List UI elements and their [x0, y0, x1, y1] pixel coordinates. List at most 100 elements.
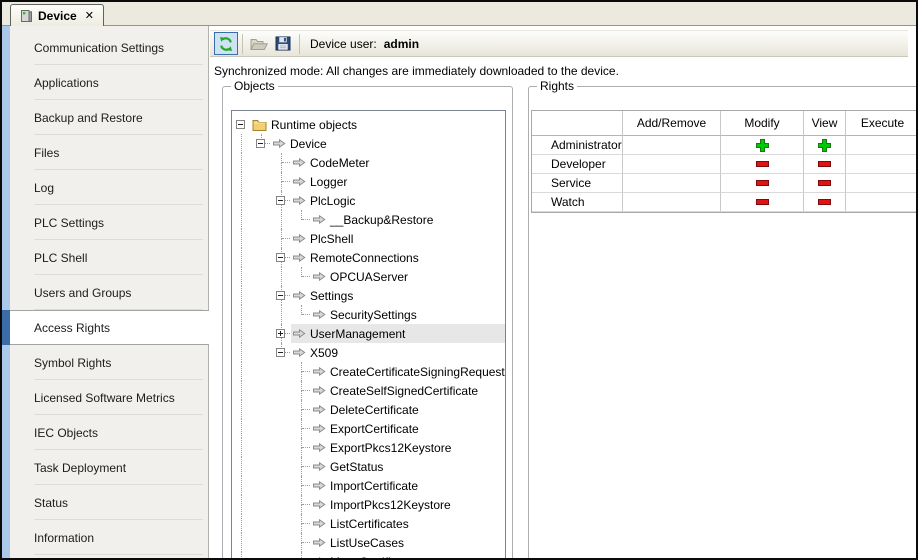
rights-cell-administrator-view[interactable]: [804, 136, 846, 155]
save-button[interactable]: [271, 32, 295, 55]
rights-cell-developer-execute[interactable]: [846, 155, 916, 174]
sidebar-item-backup-and-restore[interactable]: Backup and Restore: [2, 100, 208, 135]
tree-node-x509[interactable]: X509: [232, 343, 505, 362]
sidebar-item-label: Status: [34, 496, 68, 510]
rights-cell-watch-view[interactable]: [804, 193, 846, 212]
tree-collapse-icon[interactable]: [276, 291, 285, 300]
tree-collapse-icon[interactable]: [256, 139, 265, 148]
tree-collapse-icon[interactable]: [276, 253, 285, 262]
tree-node-label: ImportPkcs12Keystore: [330, 498, 451, 512]
tree-collapse-icon[interactable]: [276, 348, 285, 357]
sidebar-item-log[interactable]: Log: [2, 170, 208, 205]
rights-cell-administrator-add-remove[interactable]: [623, 136, 721, 155]
sidebar-item-users-and-groups[interactable]: Users and Groups: [2, 275, 208, 310]
tree-node-usermanagement[interactable]: UserManagement: [232, 324, 505, 343]
device-icon: [20, 9, 33, 23]
tree-node-getstatus[interactable]: GetStatus: [232, 457, 505, 476]
rights-cell-developer-view[interactable]: [804, 155, 846, 174]
tree-expand-icon[interactable]: [276, 329, 285, 338]
rights-cell-developer-add-remove[interactable]: [623, 155, 721, 174]
tree-guide-stub: [302, 485, 310, 486]
tree-guide-line: [241, 153, 242, 172]
tree-node-exportcertificate[interactable]: ExportCertificate: [232, 419, 505, 438]
tree-guide-line: [301, 447, 302, 457]
tree-guide-line: [241, 400, 242, 419]
tree-node-deletecertificate[interactable]: DeleteCertificate: [232, 400, 505, 419]
tree-node-remoteconnections[interactable]: RemoteConnections: [232, 248, 505, 267]
objects-groupbox: Objects Runtime objectsDeviceCodeMeterLo…: [222, 79, 513, 558]
sidebar-item-plc-settings[interactable]: PLC Settings: [2, 205, 208, 240]
tree-node-movecertificate[interactable]: MoveCertificate: [232, 552, 505, 558]
tree-node-opcuaserver[interactable]: OPCUAServer: [232, 267, 505, 286]
tree-node-securitysettings[interactable]: SecuritySettings: [232, 305, 505, 324]
rights-cell-watch-modify[interactable]: [721, 193, 804, 212]
tree-node-logger[interactable]: Logger: [232, 172, 505, 191]
sidebar-item-access-rights[interactable]: Access Rights: [2, 310, 209, 345]
device-user-value: admin: [384, 37, 419, 51]
import-users-button[interactable]: [247, 32, 271, 55]
refresh-sync-button[interactable]: [214, 32, 238, 55]
tree-node-label: Logger: [310, 175, 347, 189]
tree-collapse-icon[interactable]: [276, 196, 285, 205]
tree-node-plcshell[interactable]: PlcShell: [232, 229, 505, 248]
tree-node-createcertificatesigningrequest[interactable]: CreateCertificateSigningRequest: [232, 362, 505, 381]
sidebar-item-licensed-software-metrics[interactable]: Licensed Software Metrics: [2, 380, 208, 415]
tree-guide-line: [241, 134, 242, 153]
rights-cell-administrator-modify[interactable]: [721, 136, 804, 155]
tree-guide-stub: [302, 371, 310, 372]
tree-collapse-icon[interactable]: [236, 120, 245, 129]
tree-guide-stub: [282, 162, 290, 163]
save-floppy-icon: [275, 36, 291, 51]
rights-cell-service-modify[interactable]: [721, 174, 804, 193]
sidebar-item-communication-settings[interactable]: Communication Settings: [2, 30, 208, 65]
sidebar-item-status[interactable]: Status: [2, 485, 208, 520]
tree-guide-line: [281, 238, 282, 248]
tree-node-importpkcs12keystore[interactable]: ImportPkcs12Keystore: [232, 495, 505, 514]
rights-cell-service-view[interactable]: [804, 174, 846, 193]
folder-icon: [252, 118, 267, 131]
toolbar: Device user: admin: [210, 30, 908, 57]
sidebar-item-iec-objects[interactable]: IEC Objects: [2, 415, 208, 450]
sidebar-item-information[interactable]: Information: [2, 520, 208, 555]
sidebar-item-plc-shell[interactable]: PLC Shell: [2, 240, 208, 275]
arrow-icon: [312, 366, 326, 377]
sidebar-item-files[interactable]: Files: [2, 135, 208, 170]
objects-tree[interactable]: Runtime objects DeviceCodeMeter Logger PlcL…: [231, 110, 506, 558]
rights-cell-service-execute[interactable]: [846, 174, 916, 193]
tree-node-backup-restore[interactable]: __Backup&Restore: [232, 210, 505, 229]
rights-header-corner: [532, 111, 623, 136]
tab-device[interactable]: Device ✕: [10, 4, 104, 26]
tree-node-codemeter[interactable]: CodeMeter: [232, 153, 505, 172]
tree-guide-line: [301, 523, 302, 533]
tree-guide-stub: [302, 428, 310, 429]
sidebar-item-label: Users and Groups: [34, 286, 131, 300]
editor-tab-bar: Device ✕: [2, 2, 916, 26]
tree-node-importcertificate[interactable]: ImportCertificate: [232, 476, 505, 495]
rights-groupbox: Rights Add/RemoveModifyViewExecuteAdmini…: [528, 79, 916, 558]
rights-cell-developer-modify[interactable]: [721, 155, 804, 174]
tree-node-runtime-objects[interactable]: Runtime objects: [232, 115, 505, 134]
tree-guide-stub: [302, 447, 310, 448]
device-user-label: Device user:: [310, 37, 377, 51]
arrow-icon: [292, 290, 306, 301]
tree-guide-line: [301, 466, 302, 476]
sidebar-item-task-deployment[interactable]: Task Deployment: [2, 450, 208, 485]
rights-table: Add/RemoveModifyViewExecuteAdministrator…: [531, 110, 916, 213]
tree-node-label: CreateSelfSignedCertificate: [330, 384, 478, 398]
tree-node-label: DeleteCertificate: [330, 403, 419, 417]
sidebar-item-applications[interactable]: Applications: [2, 65, 208, 100]
rights-cell-watch-execute[interactable]: [846, 193, 916, 212]
sidebar-item-symbol-rights[interactable]: Symbol Rights: [2, 345, 208, 380]
tree-node-createselfsignedcertificate[interactable]: CreateSelfSignedCertificate: [232, 381, 505, 400]
tree-node-exportpkcs12keystore[interactable]: ExportPkcs12Keystore: [232, 438, 505, 457]
tree-node-listcertificates[interactable]: ListCertificates: [232, 514, 505, 533]
rights-cell-administrator-execute[interactable]: [846, 136, 916, 155]
close-icon[interactable]: ✕: [85, 9, 94, 22]
rights-cell-service-add-remove[interactable]: [623, 174, 721, 193]
tree-node-label: Runtime objects: [271, 118, 357, 132]
tree-node-plclogic[interactable]: PlcLogic: [232, 191, 505, 210]
tree-node-device[interactable]: Device: [232, 134, 505, 153]
tree-node-settings[interactable]: Settings: [232, 286, 505, 305]
tree-node-listusecases[interactable]: ListUseCases: [232, 533, 505, 552]
rights-cell-watch-add-remove[interactable]: [623, 193, 721, 212]
